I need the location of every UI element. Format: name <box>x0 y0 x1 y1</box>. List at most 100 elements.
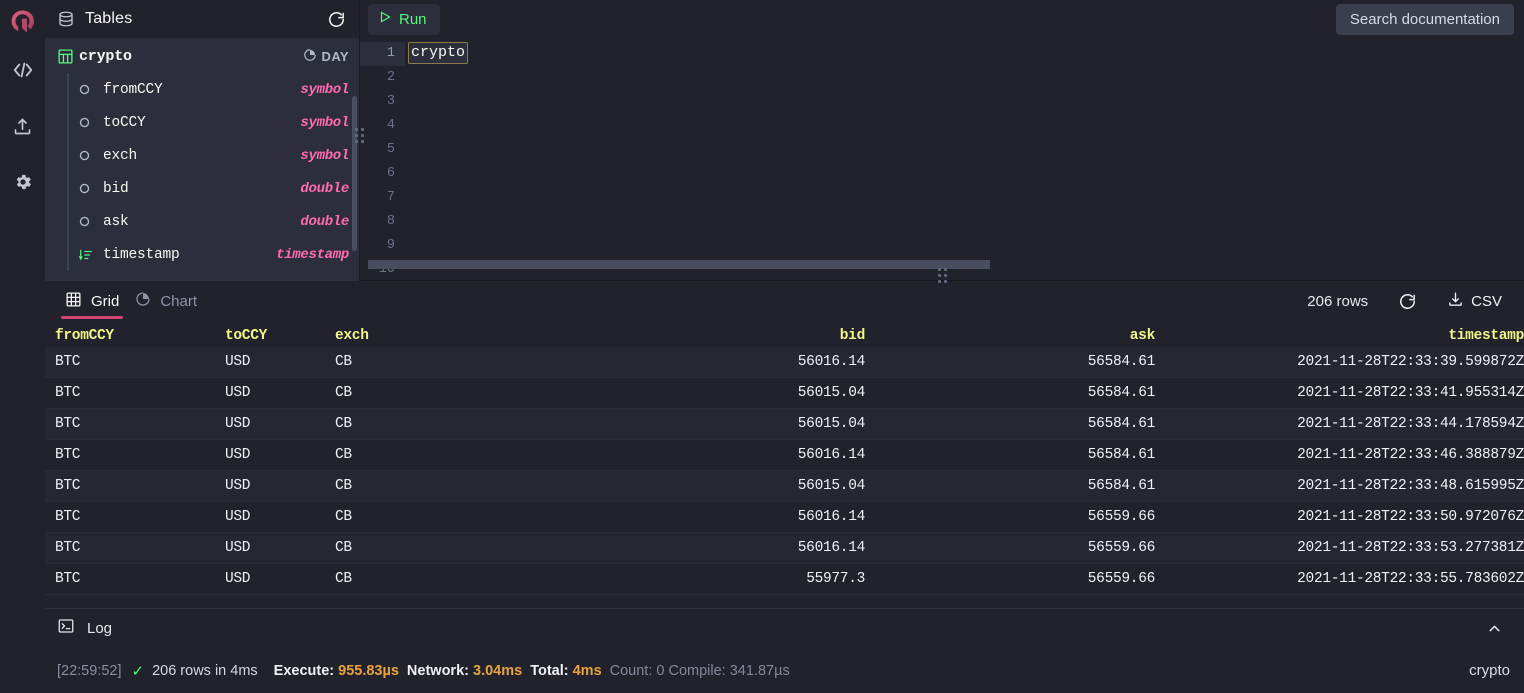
column-item[interactable]: ask double <box>67 205 359 238</box>
editor-content[interactable]: crypto <box>405 38 1524 281</box>
result-panel: Grid Chart 206 rows <box>45 281 1524 608</box>
table-row[interactable]: BTC USD CB 56016.14 56559.66 2021-11-28T… <box>45 502 1524 533</box>
status-compile-label: Compile: 341.87µs <box>669 663 790 679</box>
cell-fromccy: BTC <box>45 478 215 494</box>
column-name: bid <box>103 181 300 197</box>
tab-chart[interactable]: Chart <box>127 281 205 321</box>
cell-ask: 56584.61 <box>875 447 1165 463</box>
top-split: Tables crypto <box>45 0 1524 281</box>
status-execute-value: 955.83µs <box>338 663 399 679</box>
partition-pie-icon <box>303 48 317 65</box>
line-number: 5 <box>360 138 405 162</box>
cell-exch: CB <box>325 509 655 525</box>
table-row[interactable]: BTC USD CB 56016.14 56584.61 2021-11-28T… <box>45 440 1524 471</box>
column-bullet-icon <box>79 84 103 95</box>
cell-ask: 56584.61 <box>875 478 1165 494</box>
settings-icon[interactable] <box>0 154 45 210</box>
line-number: 9 <box>360 234 405 258</box>
column-type: double <box>300 181 349 197</box>
questdb-web-console: Tables crypto <box>0 0 1524 693</box>
cell-ask: 56559.66 <box>875 571 1165 587</box>
query-token[interactable]: crypto <box>408 42 468 64</box>
column-bullet-icon <box>79 117 103 128</box>
column-type: symbol <box>300 148 349 164</box>
chart-icon <box>135 291 151 311</box>
grid-header-exch[interactable]: exch <box>325 328 655 344</box>
grid-header-bid[interactable]: bid <box>655 328 875 344</box>
table-row[interactable]: BTC USD CB 56016.14 56559.66 2021-11-28T… <box>45 533 1524 564</box>
cell-timestamp: 2021-11-28T22:33:39.599872Z <box>1165 354 1524 370</box>
row-count-label: 206 rows <box>1295 293 1380 310</box>
cell-fromccy: BTC <box>45 509 215 525</box>
editor-toolbar: Run Search documentation <box>360 0 1524 38</box>
column-bullet-icon <box>79 183 103 194</box>
result-refresh-button[interactable] <box>1386 285 1429 318</box>
line-number: 8 <box>360 210 405 234</box>
grid-header-toccy[interactable]: toCCY <box>215 328 325 344</box>
cell-toccy: USD <box>215 385 325 401</box>
table-item-crypto[interactable]: crypto DAY <box>45 40 359 73</box>
export-csv-label: CSV <box>1471 293 1502 310</box>
cell-fromccy: BTC <box>45 385 215 401</box>
table-row[interactable]: BTC USD CB 56015.04 56584.61 2021-11-28T… <box>45 409 1524 440</box>
column-type: double <box>300 214 349 230</box>
column-list: fromCCY symbol toCCY symbol <box>67 73 359 271</box>
grid-header-ask[interactable]: ask <box>875 328 1165 344</box>
horizontal-resize-handle[interactable] <box>927 270 957 280</box>
success-check-icon: ✓ <box>132 662 145 680</box>
table-row[interactable]: BTC USD CB 56016.14 56584.61 2021-11-28T… <box>45 347 1524 378</box>
partition-label: DAY <box>322 49 349 64</box>
cell-exch: CB <box>325 478 655 494</box>
run-query-button[interactable]: Run <box>368 4 440 35</box>
chevron-up-icon[interactable] <box>1474 614 1514 644</box>
cell-timestamp: 2021-11-28T22:33:44.178594Z <box>1165 416 1524 432</box>
cell-toccy: USD <box>215 354 325 370</box>
tables-refresh-button[interactable] <box>319 4 353 34</box>
status-timestamp: [22:59:52] <box>57 663 122 679</box>
column-type: symbol <box>300 82 349 98</box>
export-csv-button[interactable]: CSV <box>1435 284 1514 319</box>
column-item[interactable]: toCCY symbol <box>67 106 359 139</box>
column-item[interactable]: bid double <box>67 172 359 205</box>
cell-toccy: USD <box>215 571 325 587</box>
cell-fromccy: BTC <box>45 571 215 587</box>
cell-ask: 56584.61 <box>875 354 1165 370</box>
scrollbar-thumb[interactable] <box>368 260 990 269</box>
console-icon[interactable] <box>0 42 45 98</box>
import-icon[interactable] <box>0 98 45 154</box>
code-editor[interactable]: 1 2 3 4 5 6 7 8 9 10 crypto <box>360 38 1524 281</box>
questdb-logo <box>0 2 45 42</box>
partition-badge: DAY <box>303 48 349 65</box>
cell-fromccy: BTC <box>45 540 215 556</box>
cell-fromccy: BTC <box>45 354 215 370</box>
cell-bid: 56016.14 <box>655 540 875 556</box>
grid-header-timestamp[interactable]: timestamp <box>1165 328 1524 344</box>
table-row[interactable]: BTC USD CB 56015.04 56584.61 2021-11-28T… <box>45 378 1524 409</box>
column-name: toCCY <box>103 115 300 131</box>
line-number: 6 <box>360 162 405 186</box>
column-bullet-icon <box>79 216 103 227</box>
grid-header-row: fromCCY toCCY exch bid ask timestamp <box>45 321 1524 347</box>
result-tab-bar: Grid Chart 206 rows <box>45 281 1524 321</box>
table-row[interactable]: BTC USD CB 56015.04 56584.61 2021-11-28T… <box>45 471 1524 502</box>
cell-bid: 56015.04 <box>655 478 875 494</box>
column-item[interactable]: exch symbol <box>67 139 359 172</box>
tab-grid-label: Grid <box>91 293 119 310</box>
log-toggle[interactable]: Log <box>57 617 112 640</box>
grid-header-fromccy[interactable]: fromCCY <box>45 328 215 344</box>
cell-timestamp: 2021-11-28T22:33:53.277381Z <box>1165 540 1524 556</box>
column-item[interactable]: timestamp timestamp <box>67 238 359 271</box>
run-button-label: Run <box>399 11 427 28</box>
cell-bid: 56015.04 <box>655 416 875 432</box>
cell-exch: CB <box>325 385 655 401</box>
column-item[interactable]: fromCCY symbol <box>67 73 359 106</box>
line-number: 3 <box>360 90 405 114</box>
cell-toccy: USD <box>215 540 325 556</box>
cell-ask: 56584.61 <box>875 416 1165 432</box>
status-rows-summary: 206 rows in 4ms <box>152 663 258 679</box>
result-grid[interactable]: fromCCY toCCY exch bid ask timestamp BTC… <box>45 321 1524 608</box>
search-documentation-button[interactable]: Search documentation <box>1336 4 1514 35</box>
table-row[interactable]: BTC USD CB 55977.3 56559.66 2021-11-28T2… <box>45 564 1524 595</box>
vertical-resize-handle[interactable] <box>352 118 366 152</box>
tab-grid[interactable]: Grid <box>57 281 127 321</box>
